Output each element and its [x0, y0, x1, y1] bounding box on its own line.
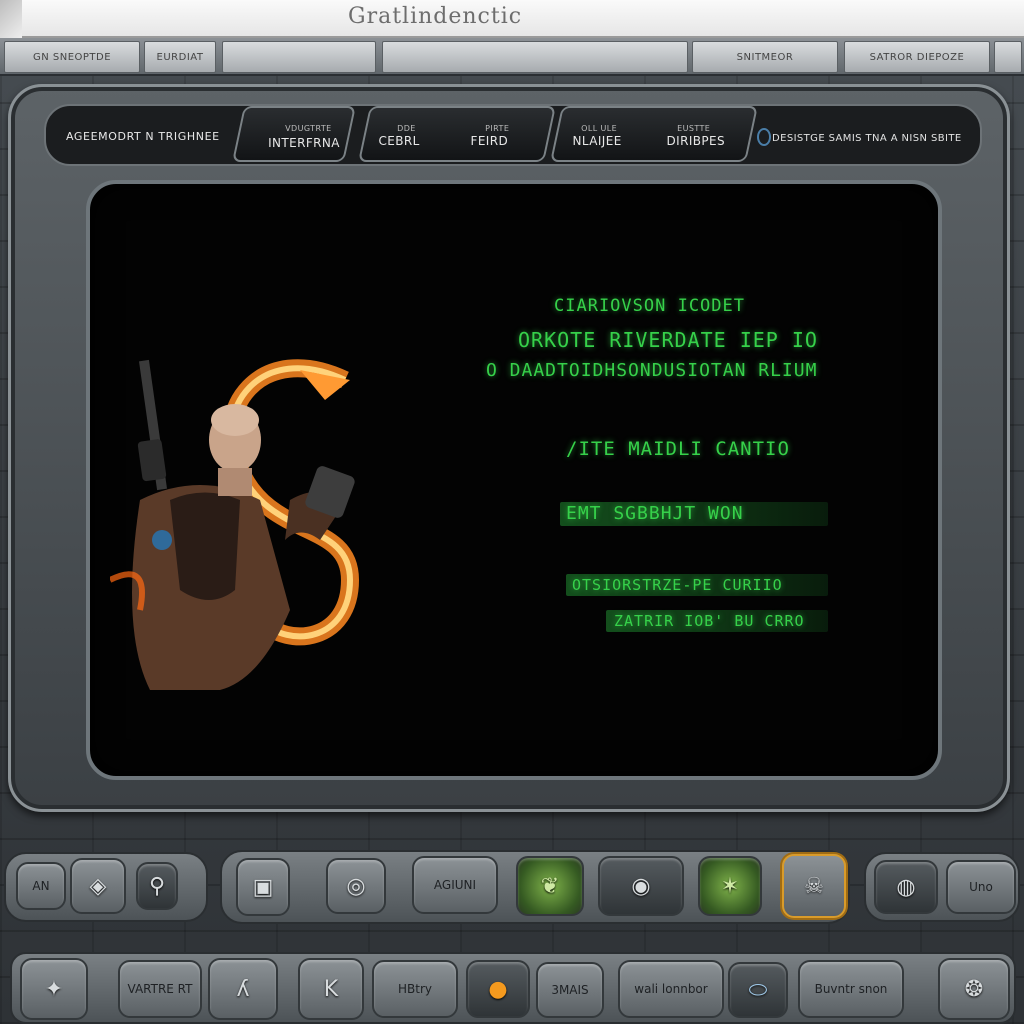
wolf-button[interactable]: ʎ — [208, 958, 278, 1020]
target-button[interactable]: ◎ — [326, 858, 386, 914]
terminal-line-3: O DAADTOIDHSONDUSIOTAN RLIUM — [486, 360, 818, 381]
control-button-an[interactable]: AN — [16, 862, 66, 910]
lock-icon: ⚲ — [148, 873, 166, 899]
wali-lonnbor-button[interactable]: wali lonnbor — [618, 960, 724, 1018]
3mais-button-label: 3MAIS — [551, 983, 589, 997]
gem-button[interactable]: ⬭ — [728, 962, 788, 1018]
stat-pill-1-caption: VDUGTRTE — [285, 124, 332, 133]
lock-button[interactable]: ⚲ — [136, 862, 178, 910]
stat-pill-3-caption: PIRTE — [485, 124, 510, 133]
stat-pill-4-caption: OLL ULE — [581, 124, 618, 133]
bug-button[interactable]: ✶ — [698, 856, 762, 916]
dragon-button[interactable]: ✦ — [20, 958, 88, 1020]
menu-tab-4[interactable] — [382, 41, 688, 73]
bug-icon: ✶ — [720, 873, 740, 899]
menu-tab-5[interactable]: SNITMEOR — [692, 41, 838, 73]
map-icon: ◈ — [89, 873, 107, 899]
game-window: Gratlindenctic GN SNEOPTDE EURDIAT SNITM… — [0, 0, 1024, 1024]
buvntr-snon-button[interactable]: Buvntr snon — [798, 960, 904, 1018]
emblem-button[interactable]: ❂ — [938, 958, 1010, 1020]
id-icon: ▣ — [252, 874, 274, 900]
orb-icon: ● — [488, 976, 508, 1002]
id-button[interactable]: ▣ — [236, 858, 290, 916]
terminal-line-5[interactable]: EMT SGBBHJT WON — [566, 503, 744, 524]
helmet-button[interactable]: K — [298, 958, 364, 1020]
menu-tab-6[interactable]: SATROR DIEPOZE — [844, 41, 990, 73]
radar-icon: ◉ — [631, 873, 651, 899]
control-button-an-label: AN — [32, 879, 50, 893]
radar-button[interactable]: ◉ — [598, 856, 684, 916]
stat-pill-3[interactable]: OLL ULE NLAIJEE EUSTTE DIRIBPES — [550, 106, 758, 162]
stat-pill-4-value: NLAIJEE — [572, 134, 622, 148]
wolf-icon: ʎ — [236, 976, 250, 1002]
uno-button[interactable]: Uno — [946, 860, 1016, 914]
hero-character-art — [110, 359, 360, 690]
menu-tab-2[interactable]: EURDIAT — [144, 41, 216, 73]
stat-pill-2-caption: DDE — [397, 124, 416, 133]
target-icon: ◎ — [346, 873, 366, 899]
stat-pill-1-value: INTERFRNA — [268, 136, 340, 150]
vartre-button[interactable]: VARTRE RT — [118, 960, 202, 1018]
helmet-icon: K — [323, 976, 339, 1002]
menu-tab-3[interactable] — [222, 41, 376, 73]
uno-button-label: Uno — [969, 880, 993, 894]
globe-icon — [757, 128, 771, 146]
terminal-line-7[interactable]: ZATRIR IOB' BU CRRO — [614, 612, 805, 630]
stat-pill-1[interactable]: VDUGTRTE INTERFRNA — [232, 106, 356, 162]
menu-tab-1[interactable]: GN SNEOPTDE — [4, 41, 140, 73]
menu-tab-end[interactable] — [994, 41, 1022, 73]
skull-button[interactable]: ☠ — [782, 854, 846, 918]
terminal-line-6[interactable]: OTSIORSTRZE-PE CURIIO — [572, 576, 783, 594]
hbtry-button-label: HBtry — [398, 982, 432, 996]
terminal-line-1: CIARIOVSON ICODET — [554, 296, 745, 316]
stat-pill-5-value: DIRIBPES — [666, 134, 726, 148]
title-bar: Gratlindenctic — [0, 0, 1024, 38]
stat-pill-2[interactable]: DDE CEBRL PIRTE FEIRD — [358, 106, 556, 162]
agiuni-button[interactable]: AGIUNI — [412, 856, 498, 914]
gem-icon: ⬭ — [748, 977, 768, 1003]
menu-strip: GN SNEOPTDE EURDIAT SNITMEOR SATROR DIEP… — [0, 38, 1024, 76]
dragon-icon: ✦ — [44, 976, 64, 1002]
map-button[interactable]: ◈ — [70, 858, 126, 914]
window-title: Gratlindenctic — [348, 4, 523, 29]
stat-pill-3-value: FEIRD — [470, 134, 509, 148]
stat-pill-5-caption: EUSTTE — [677, 124, 711, 133]
status-right-label: DESISTGE SAMIS TNA A NISN SBITE — [772, 133, 962, 144]
terminal-line-2: ORKOTE RIVERDATE IEP IO — [518, 328, 818, 352]
stat-pill-2-value: CEBRL — [378, 134, 420, 148]
leaf-icon: ❦ — [540, 873, 560, 899]
orb-button[interactable]: ● — [466, 960, 530, 1018]
eye-icon: ◍ — [896, 874, 916, 900]
buvntr-snon-button-label: Buvntr snon — [814, 982, 888, 996]
agiuni-button-label: AGIUNI — [433, 878, 477, 892]
leaf-button[interactable]: ❦ — [516, 856, 584, 916]
wali-lonnbor-button-label: wali lonnbor — [634, 982, 708, 996]
vartre-button-label: VARTRE RT — [127, 982, 193, 996]
emblem-icon: ❂ — [964, 976, 984, 1002]
eye-button[interactable]: ◍ — [874, 860, 938, 914]
window-corner — [0, 0, 22, 38]
3mais-button[interactable]: 3MAIS — [536, 962, 604, 1018]
skull-icon: ☠ — [804, 873, 824, 899]
status-left-label: AGEEMODRT N TRIGHNEE — [66, 130, 220, 143]
terminal-line-4: /ITE MAIDLI CANTIO — [566, 438, 790, 460]
hbtry-button[interactable]: HBtry — [372, 960, 458, 1018]
